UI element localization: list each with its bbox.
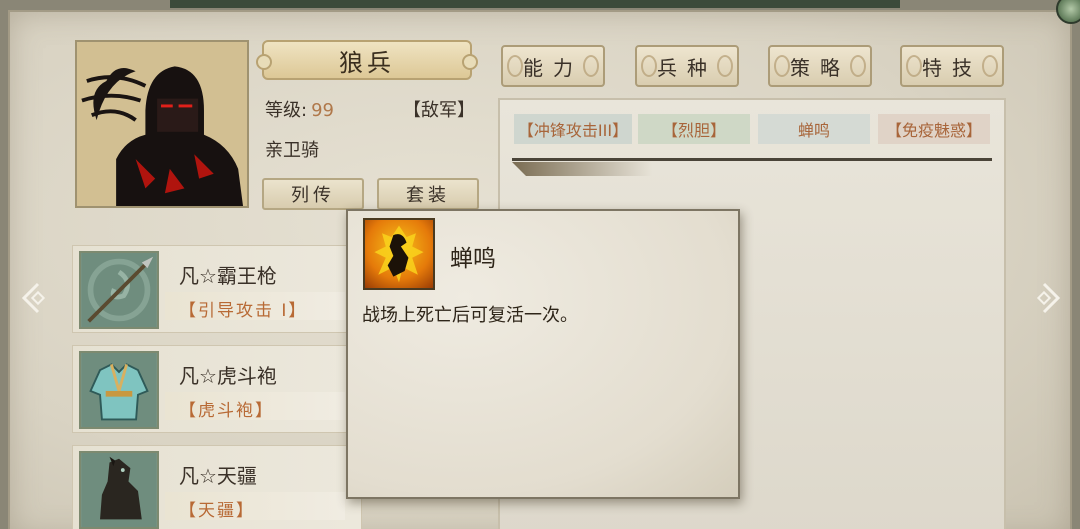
equipment-name: 凡☆虎斗袍 bbox=[179, 364, 277, 388]
tab-label: 策略 bbox=[790, 55, 850, 80]
tab-troop[interactable]: 兵种 bbox=[635, 45, 739, 87]
equipment-effect: 【虎斗袍】 bbox=[179, 401, 274, 421]
swirl-ornament-icon bbox=[717, 55, 733, 77]
outfit-button[interactable]: 套装 bbox=[377, 178, 479, 210]
horse-icon bbox=[79, 451, 159, 529]
level-value: 99 bbox=[311, 100, 334, 121]
equipment-effect: 【引导攻击 Ⅰ】 bbox=[179, 301, 308, 321]
hero-portrait bbox=[75, 40, 249, 208]
next-hero-arrow-icon[interactable] bbox=[1030, 278, 1064, 318]
divider bbox=[512, 158, 992, 161]
level-label: 等级: bbox=[265, 100, 308, 121]
biography-button[interactable]: 列传 bbox=[262, 178, 364, 210]
equipment-item-mount[interactable]: 凡☆天疆 【天疆】 bbox=[72, 445, 362, 529]
equipment-name: 凡☆霸王枪 bbox=[179, 264, 277, 288]
tab-special-skill[interactable]: 特技 bbox=[900, 45, 1004, 87]
swirl-ornament-icon bbox=[982, 55, 998, 77]
skill-chip-charm-immunity[interactable]: 【免疫魅惑】 bbox=[878, 114, 990, 144]
swirl-ornament-icon bbox=[850, 55, 866, 77]
equipment-effect: 【天疆】 bbox=[179, 501, 255, 521]
equipment-item-armor[interactable]: 凡☆虎斗袍 【虎斗袍】 bbox=[72, 345, 362, 433]
tab-ability[interactable]: 能力 bbox=[501, 45, 605, 87]
hero-name: 狼兵 bbox=[339, 48, 395, 77]
skill-chip-cicada[interactable]: 蝉鸣 bbox=[758, 114, 870, 144]
tooltip-description: 战场上死亡后可复活一次。 bbox=[362, 305, 578, 326]
tab-label: 能力 bbox=[523, 55, 583, 80]
swirl-ornament-icon bbox=[507, 55, 523, 77]
hero-name-plate: 狼兵 bbox=[256, 40, 478, 80]
swirl-ornament-icon bbox=[583, 55, 599, 77]
skill-chip-courage[interactable]: 【烈胆】 bbox=[638, 114, 750, 144]
hero-level: 等级: 99 bbox=[265, 96, 334, 122]
flame-figure-icon bbox=[363, 218, 435, 290]
equipment-item-weapon[interactable]: 凡☆霸王枪 【引导攻击 Ⅰ】 bbox=[72, 245, 362, 333]
tab-label: 兵种 bbox=[657, 55, 717, 80]
faction-label: 【敌军】 bbox=[403, 100, 475, 121]
swirl-ornament-icon bbox=[774, 55, 790, 77]
tab-strategy[interactable]: 策略 bbox=[768, 45, 872, 87]
skill-tooltip: 蝉鸣 战场上死亡后可复活一次。 bbox=[346, 209, 740, 499]
swirl-ornament-icon bbox=[906, 55, 922, 77]
skill-chip-charge[interactable]: 【冲锋攻击III】 bbox=[514, 114, 632, 144]
robe-icon bbox=[79, 351, 159, 429]
tooltip-title: 蝉鸣 bbox=[450, 246, 496, 272]
previous-hero-arrow-icon[interactable] bbox=[18, 278, 52, 318]
spear-icon bbox=[79, 251, 159, 329]
unit-type-label: 亲卫骑 bbox=[265, 140, 319, 161]
equipment-name: 凡☆天疆 bbox=[179, 464, 257, 488]
tab-label: 特技 bbox=[922, 55, 982, 80]
top-decoration bbox=[170, 0, 900, 8]
divider-tail bbox=[512, 162, 652, 176]
swirl-ornament-icon bbox=[641, 55, 657, 77]
